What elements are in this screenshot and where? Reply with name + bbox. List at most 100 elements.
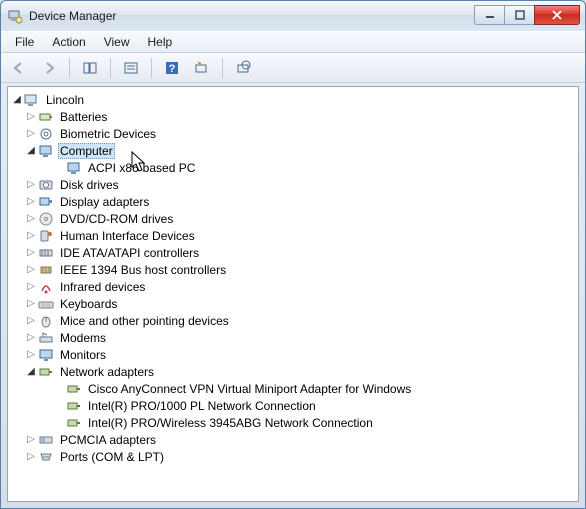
modem-icon xyxy=(38,330,54,346)
tree-item-intel-pro1000[interactable]: ▷ Intel(R) PRO/1000 PL Network Connectio… xyxy=(10,397,576,414)
network-adapter-icon xyxy=(66,398,82,414)
expand-arrow-icon[interactable]: ◢ xyxy=(24,366,38,377)
tree-root[interactable]: ◢ Lincoln xyxy=(10,91,576,108)
tree-label: Disk drives xyxy=(58,177,121,193)
tree-item-cisco-vpn[interactable]: ▷ Cisco AnyConnect VPN Virtual Miniport … xyxy=(10,380,576,397)
titlebar[interactable]: Device Manager xyxy=(1,1,585,31)
tree-item-monitors[interactable]: ▷ Monitors xyxy=(10,346,576,363)
tree-label: DVD/CD-ROM drives xyxy=(58,211,175,227)
tree-item-biometric[interactable]: ▷ Biometric Devices xyxy=(10,125,576,142)
pcmcia-icon xyxy=(38,432,54,448)
tree-item-dvd[interactable]: ▷ DVD/CD-ROM drives xyxy=(10,210,576,227)
display-adapter-icon xyxy=(38,194,54,210)
collapse-arrow-icon[interactable]: ▷ xyxy=(24,213,38,224)
collapse-arrow-icon[interactable]: ▷ xyxy=(24,264,38,275)
tree-item-ieee1394[interactable]: ▷ IEEE 1394 Bus host controllers xyxy=(10,261,576,278)
collapse-arrow-icon[interactable]: ▷ xyxy=(24,179,38,190)
show-hide-tree-button[interactable] xyxy=(78,56,102,80)
forward-button[interactable] xyxy=(37,56,61,80)
collapse-arrow-icon[interactable]: ▷ xyxy=(24,298,38,309)
device-manager-window: Device Manager File Action View Help ? ◢ xyxy=(0,0,586,509)
biometric-icon xyxy=(38,126,54,142)
tree-label: Biometric Devices xyxy=(58,126,158,142)
properties-button[interactable] xyxy=(119,56,143,80)
collapse-arrow-icon[interactable]: ▷ xyxy=(24,196,38,207)
tree-item-pcmcia[interactable]: ▷ PCMCIA adapters xyxy=(10,431,576,448)
tree-item-acpi-pc[interactable]: ▷ ACPI x86-based PC xyxy=(10,159,576,176)
network-adapter-icon xyxy=(66,415,82,431)
tree-item-infrared[interactable]: ▷ Infrared devices xyxy=(10,278,576,295)
tree-label-selected: Computer xyxy=(58,143,115,159)
tree-label: Intel(R) PRO/1000 PL Network Connection xyxy=(86,398,318,414)
tree-item-mice[interactable]: ▷ Mice and other pointing devices xyxy=(10,312,576,329)
battery-icon xyxy=(38,109,54,125)
tree-item-intel-wireless[interactable]: ▷ Intel(R) PRO/Wireless 3945ABG Network … xyxy=(10,414,576,431)
tree-item-disk[interactable]: ▷ Disk drives xyxy=(10,176,576,193)
window-controls xyxy=(474,5,580,25)
tree-label: Intel(R) PRO/Wireless 3945ABG Network Co… xyxy=(86,415,375,431)
scan-hardware-button[interactable] xyxy=(190,56,214,80)
content-area: ◢ Lincoln ▷ Batteries ▷ Biometric Device… xyxy=(7,86,579,502)
menu-file[interactable]: File xyxy=(7,33,42,51)
collapse-arrow-icon[interactable]: ▷ xyxy=(24,247,38,258)
computer-icon xyxy=(38,143,54,159)
menu-view[interactable]: View xyxy=(96,33,138,51)
tree-item-computer[interactable]: ◢ Computer xyxy=(10,142,576,159)
svg-text:?: ? xyxy=(169,63,176,75)
collapse-arrow-icon[interactable]: ▷ xyxy=(24,315,38,326)
expand-arrow-icon[interactable]: ◢ xyxy=(10,94,24,105)
network-adapter-icon xyxy=(38,364,54,380)
menu-action[interactable]: Action xyxy=(44,33,93,51)
tree-item-modems[interactable]: ▷ Modems xyxy=(10,329,576,346)
tree-item-keyboards[interactable]: ▷ Keyboards xyxy=(10,295,576,312)
tree-label: Monitors xyxy=(58,347,108,363)
expand-arrow-icon[interactable]: ◢ xyxy=(24,145,38,156)
tree-label: Keyboards xyxy=(58,296,119,312)
tree-item-ports[interactable]: ▷ Ports (COM & LPT) xyxy=(10,448,576,465)
collapse-arrow-icon[interactable]: ▷ xyxy=(24,128,38,139)
collapse-arrow-icon[interactable]: ▷ xyxy=(24,281,38,292)
tree-label: Modems xyxy=(58,330,108,346)
menubar: File Action View Help xyxy=(1,31,585,53)
collapse-arrow-icon[interactable]: ▷ xyxy=(24,434,38,445)
computer-root-icon xyxy=(24,92,40,108)
help-button[interactable]: ? xyxy=(160,56,184,80)
tree-label: Display adapters xyxy=(58,194,151,210)
collapse-arrow-icon[interactable]: ▷ xyxy=(24,451,38,462)
mouse-icon xyxy=(38,313,54,329)
collapse-arrow-icon[interactable]: ▷ xyxy=(24,332,38,343)
ieee1394-icon xyxy=(38,262,54,278)
tree-item-network[interactable]: ◢ Network adapters xyxy=(10,363,576,380)
collapse-arrow-icon[interactable]: ▷ xyxy=(24,111,38,122)
tree-label: Human Interface Devices xyxy=(58,228,197,244)
window-title: Device Manager xyxy=(29,9,116,23)
collapse-arrow-icon[interactable]: ▷ xyxy=(24,230,38,241)
network-adapter-icon xyxy=(66,381,82,397)
tree-item-ide[interactable]: ▷ IDE ATA/ATAPI controllers xyxy=(10,244,576,261)
device-tree[interactable]: ◢ Lincoln ▷ Batteries ▷ Biometric Device… xyxy=(8,87,578,501)
tree-item-hid[interactable]: ▷ Human Interface Devices xyxy=(10,227,576,244)
close-button[interactable] xyxy=(534,5,580,25)
tree-label: ACPI x86-based PC xyxy=(86,160,197,176)
minimize-button[interactable] xyxy=(474,5,504,25)
hid-icon xyxy=(38,228,54,244)
tree-label: Network adapters xyxy=(58,364,156,380)
toolbar: ? xyxy=(1,53,585,83)
computer-icon xyxy=(66,160,82,176)
collapse-arrow-icon[interactable]: ▷ xyxy=(24,349,38,360)
ide-icon xyxy=(38,245,54,261)
app-icon xyxy=(7,8,23,24)
uninstall-button[interactable] xyxy=(231,56,255,80)
tree-label: IEEE 1394 Bus host controllers xyxy=(58,262,228,278)
tree-item-batteries[interactable]: ▷ Batteries xyxy=(10,108,576,125)
dvd-icon xyxy=(38,211,54,227)
disk-icon xyxy=(38,177,54,193)
tree-label: Mice and other pointing devices xyxy=(58,313,231,329)
tree-item-display[interactable]: ▷ Display adapters xyxy=(10,193,576,210)
menu-help[interactable]: Help xyxy=(140,33,181,51)
tree-root-label: Lincoln xyxy=(44,92,86,108)
tree-label: Ports (COM & LPT) xyxy=(58,449,166,465)
back-button[interactable] xyxy=(7,56,31,80)
maximize-button[interactable] xyxy=(504,5,534,25)
tree-label: PCMCIA adapters xyxy=(58,432,158,448)
